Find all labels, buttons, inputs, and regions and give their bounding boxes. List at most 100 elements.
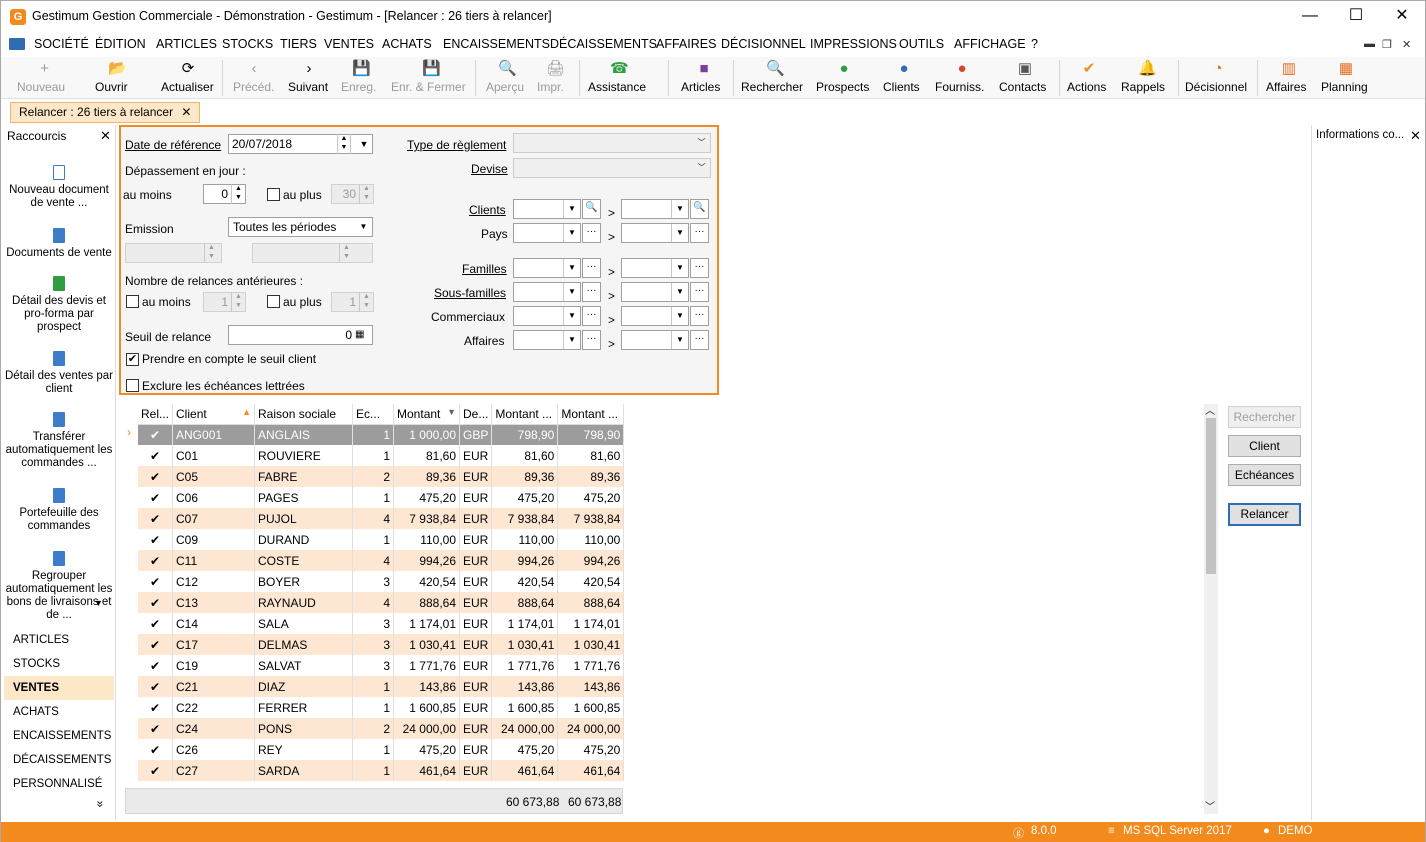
imprimer-button[interactable]: 🖨 Impr. xyxy=(537,57,571,99)
table-row[interactable]: ✔ C24 PONS 2 24 000,00 EUR 24 000,00 24 000,00 xyxy=(138,718,625,739)
nav-articles[interactable]: ARTICLES xyxy=(4,628,114,652)
relance-check-icon[interactable]: ✔ xyxy=(138,424,174,445)
date-spinner[interactable]: ▲ ▼ xyxy=(337,134,351,154)
relance-check-icon[interactable]: ✔ xyxy=(138,592,174,613)
col-header-montant[interactable]: Montant ▼ xyxy=(393,404,461,425)
au-moins-spinner[interactable]: ▲ ▼ xyxy=(231,184,245,204)
maximize-button[interactable]: ☐ xyxy=(1333,1,1379,32)
client-button[interactable]: Client xyxy=(1228,435,1301,457)
col-header-montant-3[interactable]: Montant ... xyxy=(557,404,625,425)
scrollbar-thumb[interactable] xyxy=(1206,418,1216,574)
shortcuts-scroll-down-icon[interactable]: ▼ xyxy=(94,598,103,608)
table-row[interactable]: ✔ C21 DIAZ 1 143,86 EUR 143,86 143,86 xyxy=(138,676,625,697)
precedent-button[interactable]: ‹ Précéd. xyxy=(233,57,275,99)
menu-decisionnel[interactable]: DÉCISIONNEL xyxy=(721,37,806,51)
relance-check-icon[interactable]: ✔ xyxy=(138,550,174,571)
pays-to-more-icon[interactable]: ··· xyxy=(690,223,709,243)
minimize-button[interactable]: — xyxy=(1287,1,1333,32)
shortcut-transferer-commandes[interactable]: Transférer automatiquement les commandes… xyxy=(3,412,115,470)
pays-from-select[interactable]: ▼ xyxy=(513,223,581,243)
relance-check-icon[interactable]: ✔ xyxy=(138,760,174,781)
table-row[interactable]: ✔ C05 FABRE 2 89,36 EUR 89,36 89,36 xyxy=(138,466,625,487)
clients-button[interactable]: ● Clients xyxy=(883,57,925,99)
relancer-button[interactable]: Relancer xyxy=(1228,503,1301,526)
calculator-icon[interactable]: ▦ xyxy=(355,326,364,344)
familles-from-select[interactable]: ▼ xyxy=(513,258,581,278)
rel-au-moins-input[interactable]: 1 ▲ ▼ xyxy=(203,292,246,312)
menu-stocks[interactable]: STOCKS xyxy=(222,37,273,51)
relance-check-icon[interactable]: ✔ xyxy=(138,529,174,550)
nav-encaissements[interactable]: ENCAISSEMENTS xyxy=(4,724,114,748)
clients-to-select[interactable]: ▼ xyxy=(621,199,689,219)
familles-to-more-icon[interactable]: ··· xyxy=(690,258,709,278)
relance-check-icon[interactable]: ✔ xyxy=(138,676,174,697)
au-plus-input[interactable]: 30 ▲ ▼ xyxy=(331,184,374,204)
tab-close-icon[interactable]: ✕ xyxy=(181,105,191,119)
relance-check-icon[interactable]: ✔ xyxy=(138,508,174,529)
relance-check-icon[interactable]: ✔ xyxy=(138,697,174,718)
prendre-seuil-checkbox[interactable]: ✔ xyxy=(126,353,139,366)
relance-check-icon[interactable]: ✔ xyxy=(138,445,174,466)
commerciaux-from-select[interactable]: ▼ xyxy=(513,306,581,326)
actions-button[interactable]: ✔ Actions xyxy=(1067,57,1111,99)
relance-check-icon[interactable]: ✔ xyxy=(138,613,174,634)
menu-societe[interactable]: SOCIÉTÉ xyxy=(34,37,89,51)
pays-from-more-icon[interactable]: ··· xyxy=(582,223,601,243)
nav-stocks[interactable]: STOCKS xyxy=(4,652,114,676)
table-row[interactable]: ✔ C27 SARDA 1 461,64 EUR 461,64 461,64 xyxy=(138,760,625,781)
col-header-devise[interactable]: De... xyxy=(459,404,493,425)
table-row[interactable]: ✔ C14 SALA 3 1 174,01 EUR 1 174,01 1 174,01 xyxy=(138,613,625,634)
scroll-up-icon[interactable]: ︿ xyxy=(1205,402,1215,417)
sous-familles-to-select[interactable]: ▼ xyxy=(621,282,689,302)
enregistrer-fermer-button[interactable]: 💾 Enr. & Fermer xyxy=(391,57,469,99)
menu-encaissements[interactable]: ENCAISSEMENTS xyxy=(443,37,550,51)
au-plus-checkbox[interactable] xyxy=(267,188,280,201)
familles-from-more-icon[interactable]: ··· xyxy=(582,258,601,278)
affaires-from-select[interactable]: ▼ xyxy=(513,330,581,350)
table-row[interactable]: ✔ C19 SALVAT 3 1 771,76 EUR 1 771,76 1 771,76 xyxy=(138,655,625,676)
seuil-input[interactable]: 0 ▦ xyxy=(228,325,373,345)
prospects-button[interactable]: ● Prospects xyxy=(816,57,872,99)
enregistrer-button[interactable]: 💾 Enreg. xyxy=(341,57,379,99)
decisionnel-button[interactable]: ◔ Décisionnel xyxy=(1185,57,1251,99)
date-dropdown-icon[interactable]: ▼ xyxy=(356,135,372,153)
date-reference-input[interactable]: 20/07/2018 ▲ ▼ ▼ xyxy=(228,134,373,154)
relance-check-icon[interactable]: ✔ xyxy=(138,487,174,508)
affaires-to-more-icon[interactable]: ··· xyxy=(690,330,709,350)
rel-au-plus-spinner[interactable]: ▲ ▼ xyxy=(359,292,373,312)
affaires-to-select[interactable]: ▼ xyxy=(621,330,689,350)
rechercher-toolbar-button[interactable]: 🔍 Rechercher xyxy=(741,57,807,99)
nav-more-icon[interactable]: » xyxy=(93,801,107,808)
col-header-echeances[interactable]: Ec... xyxy=(352,404,395,425)
table-row[interactable]: ✔ ANG001 ANGLAIS 1 1 000,00 GBP 798,90 798,90 xyxy=(138,424,625,445)
menu-achats[interactable]: ACHATS xyxy=(382,37,432,51)
nouveau-button[interactable]: + Nouveau xyxy=(17,57,72,99)
relance-check-icon[interactable]: ✔ xyxy=(138,655,174,676)
table-row[interactable]: ✔ C17 DELMAS 3 1 030,41 EUR 1 030,41 1 030,41 xyxy=(138,634,625,655)
commerciaux-to-select[interactable]: ▼ xyxy=(621,306,689,326)
shortcut-detail-ventes[interactable]: Détail des ventes par client xyxy=(3,351,115,396)
menu-tiers[interactable]: TIERS xyxy=(280,37,317,51)
rel-au-plus-input[interactable]: 1 ▲ ▼ xyxy=(331,292,374,312)
info-panel-close-icon[interactable]: ✕ xyxy=(1410,128,1421,144)
col-header-montant-2[interactable]: Montant ... xyxy=(491,404,559,425)
mdi-close-icon[interactable]: ✕ xyxy=(1402,38,1411,51)
rel-au-moins-spinner[interactable]: ▲ ▼ xyxy=(231,292,245,312)
nav-decaissements[interactable]: DÉCAISSEMENTS xyxy=(4,748,114,772)
emission-start-input[interactable]: ▲ ▼ xyxy=(125,243,222,263)
familles-to-select[interactable]: ▼ xyxy=(621,258,689,278)
mail-icon[interactable] xyxy=(9,38,25,50)
rel-au-moins-checkbox[interactable] xyxy=(126,295,139,308)
articles-button[interactable]: ■ Articles xyxy=(681,57,727,99)
type-reglement-select[interactable]: ﹀ xyxy=(513,133,711,153)
col-header-client[interactable]: Client ▲ xyxy=(172,404,256,425)
affaires-button[interactable]: ▥ Affaires xyxy=(1266,57,1312,99)
relance-check-icon[interactable]: ✔ xyxy=(138,718,174,739)
rappels-button[interactable]: 🔔 Rappels xyxy=(1121,57,1171,99)
table-row[interactable]: ✔ C11 COSTE 4 994,26 EUR 994,26 994,26 xyxy=(138,550,625,571)
echeances-button[interactable]: Echéances xyxy=(1228,464,1301,486)
apercu-button[interactable]: 🔍 Aperçu xyxy=(486,57,526,99)
table-row[interactable]: ✔ C13 RAYNAUD 4 888,64 EUR 888,64 888,64 xyxy=(138,592,625,613)
sous-familles-from-select[interactable]: ▼ xyxy=(513,282,581,302)
rechercher-button[interactable]: Rechercher xyxy=(1228,406,1301,428)
